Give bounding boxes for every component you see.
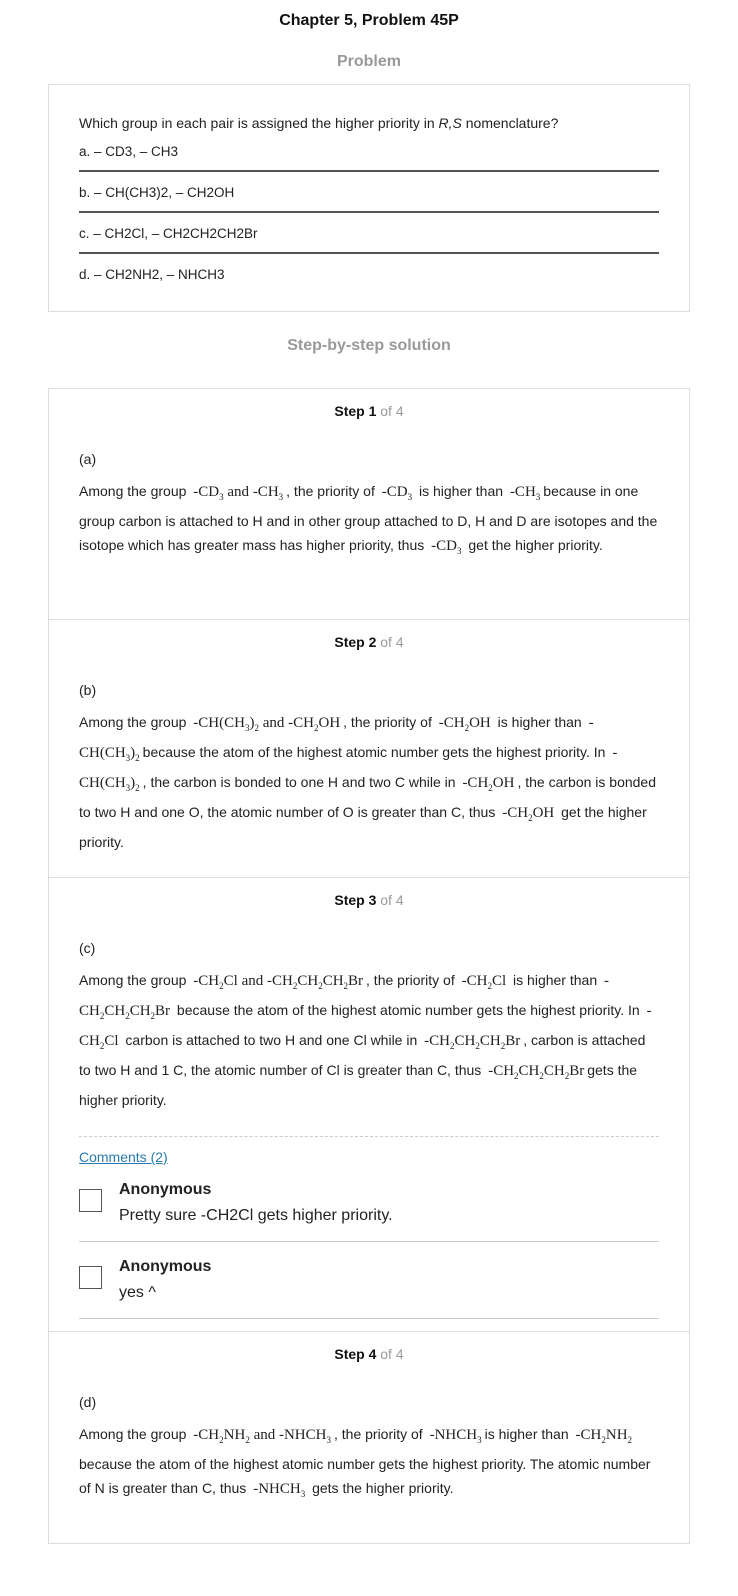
problem-part-a: a. – CD3, – CH3 bbox=[79, 144, 659, 172]
comment-checkbox[interactable] bbox=[79, 1189, 102, 1212]
comment-body: Anonymous yes ^ bbox=[119, 1258, 211, 1302]
comments-section: Comments (2) Anonymous Pretty sure -CH2C… bbox=[79, 1136, 659, 1319]
step-3: Step 3 of 4 (c) Among the group -CH2Cl a… bbox=[48, 878, 690, 1332]
comment-text: yes ^ bbox=[119, 1284, 156, 1301]
step-label: Step 4 of 4 bbox=[334, 1346, 404, 1362]
step-1: Step 1 of 4 (a) Among the group -CD3 and… bbox=[48, 388, 690, 620]
step-part-label: (d) bbox=[79, 1394, 97, 1410]
step-3-text: Among the group -CH2Cl and -CH2CH2CH2Br,… bbox=[79, 972, 652, 1108]
problem-part-d: d. – CH2NH2, – NHCH3 bbox=[79, 267, 225, 282]
comment-body: Anonymous Pretty sure -CH2Cl gets higher… bbox=[119, 1181, 393, 1225]
comment: Anonymous yes ^ bbox=[79, 1242, 659, 1319]
step-2-text: Among the group -CH(CH3)2 and -CH2OH, th… bbox=[79, 714, 656, 850]
step-2: Step 2 of 4 (b) Among the group -CH(CH3)… bbox=[48, 620, 690, 878]
step-4-text: Among the group -CH2NH2 and -NHCH3, the … bbox=[79, 1426, 651, 1499]
step-1-text: Among the group -CD3 and -CH3, the prior… bbox=[79, 483, 658, 556]
page-title: Chapter 5, Problem 45P bbox=[279, 12, 459, 29]
step-4: Step 4 of 4 (d) Among the group -CH2NH2 … bbox=[48, 1332, 690, 1544]
comment: Anonymous Pretty sure -CH2Cl gets higher… bbox=[79, 1165, 659, 1242]
comment-checkbox[interactable] bbox=[79, 1266, 102, 1289]
problem-part-c: c. – CH2Cl, – CH2CH2CH2Br bbox=[79, 226, 659, 254]
problem-box: Which group in each pair is assigned the… bbox=[48, 84, 690, 312]
step-part-label: (a) bbox=[79, 451, 97, 467]
step-part-label: (b) bbox=[79, 682, 97, 698]
problem-heading: Problem bbox=[336, 53, 401, 70]
comment-author: Anonymous bbox=[119, 1181, 212, 1198]
step-part-label: (c) bbox=[79, 940, 96, 956]
comments-link[interactable]: Comments (2) bbox=[79, 1149, 168, 1165]
problem-question: Which group in each pair is assigned the… bbox=[79, 115, 559, 131]
solution-heading: Step-by-step solution bbox=[287, 337, 451, 354]
step-label: Step 3 of 4 bbox=[334, 892, 404, 908]
step-label: Step 1 of 4 bbox=[334, 403, 404, 419]
comment-author: Anonymous bbox=[119, 1258, 212, 1275]
comment-text: Pretty sure -CH2Cl gets higher priority. bbox=[119, 1207, 393, 1224]
step-label: Step 2 of 4 bbox=[334, 634, 404, 650]
problem-part-b: b. – CH(CH3)2, – CH2OH bbox=[79, 185, 659, 213]
